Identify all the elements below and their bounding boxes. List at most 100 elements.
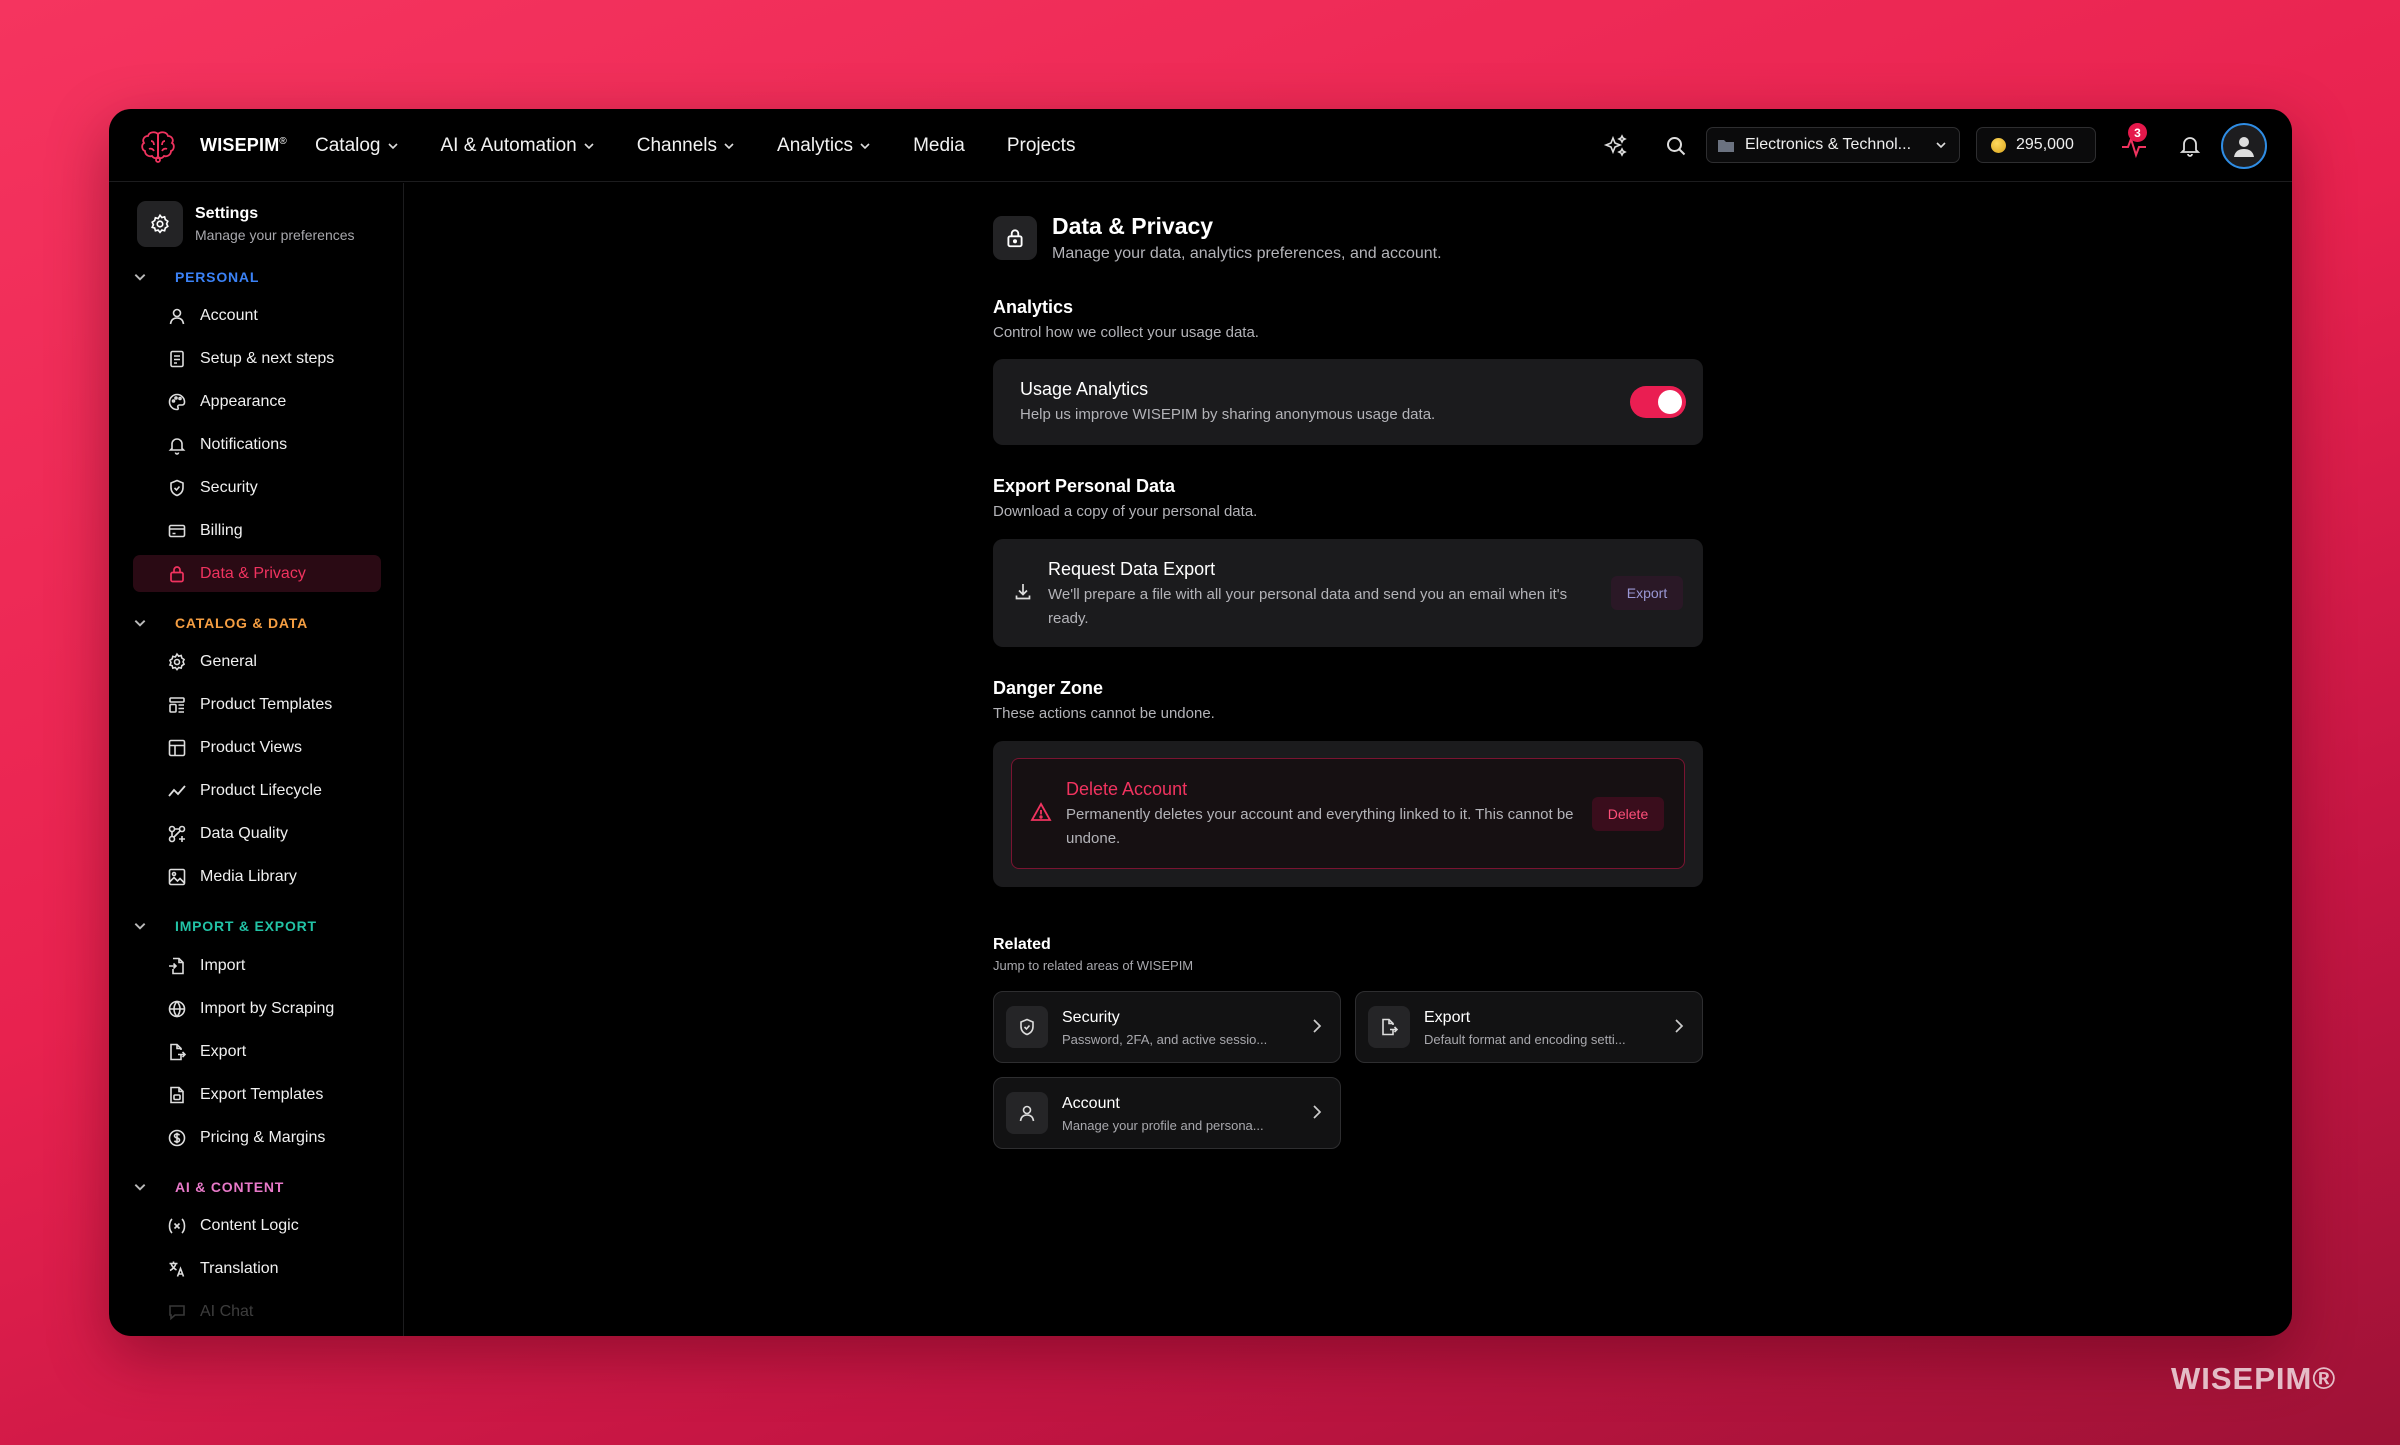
nav-analytics[interactable]: Analytics: [777, 135, 871, 157]
file-export-icon: [170, 1043, 187, 1060]
credits-balance[interactable]: 295,000: [1976, 127, 2096, 163]
sidebar-item-export-templates[interactable]: Export Templates: [133, 1076, 381, 1113]
lock-icon: [170, 565, 184, 582]
nav-projects[interactable]: Projects: [1007, 135, 1076, 157]
dollar-circle-icon: [168, 1129, 186, 1146]
sidebar-item-billing[interactable]: Billing: [133, 512, 381, 549]
chevron-down-icon: [584, 142, 594, 149]
sidebar-item-security[interactable]: Security: [133, 469, 381, 506]
danger-zone-card: Delete Account Permanently deletes your …: [993, 741, 1703, 887]
user-icon: [1006, 1092, 1048, 1134]
usage-analytics-toggle[interactable]: [1630, 386, 1686, 418]
related-link-security[interactable]: Security Password, 2FA, and active sessi…: [993, 991, 1341, 1063]
nodes-icon: [168, 825, 186, 842]
related-desc: Default format and encoding setti...: [1424, 1032, 1626, 1047]
sidebar-item-data-privacy[interactable]: Data & Privacy: [133, 555, 381, 592]
page-subtitle: Manage your data, analytics preferences,…: [1052, 245, 1442, 262]
danger-zone-heading: Danger Zone: [993, 678, 1104, 698]
delete-account-desc: Permanently deletes your account and eve…: [1066, 806, 1574, 847]
usage-analytics-title: Usage Analytics: [1020, 379, 1149, 399]
related-desc: Password, 2FA, and active sessio...: [1062, 1032, 1268, 1047]
nav-media[interactable]: Media: [913, 135, 965, 157]
sidebar-item-import[interactable]: Import: [133, 947, 381, 984]
chevron-down-icon: [134, 274, 146, 281]
chevron-down-icon: [860, 142, 870, 149]
file-template-icon: [170, 1086, 184, 1103]
sidebar-item-account[interactable]: Account: [133, 297, 381, 334]
image-icon: [168, 868, 186, 885]
brand-watermark: WISEPIM®: [2171, 1361, 2337, 1396]
analytics-heading: Analytics: [993, 297, 1074, 317]
sidebar-item-import-scraping[interactable]: Import by Scraping: [133, 990, 381, 1027]
sidebar-item-pricing-margins[interactable]: Pricing & Margins: [133, 1119, 381, 1156]
user-avatar[interactable]: [2221, 123, 2267, 169]
chevron-down-icon: [724, 142, 734, 149]
user-icon: [169, 308, 185, 324]
chevron-down-icon: [1936, 142, 1946, 149]
chevron-down-icon: [134, 620, 146, 627]
template-icon: [169, 696, 185, 713]
sidebar-item-export[interactable]: Export: [133, 1033, 381, 1070]
sidebar-item-media-library[interactable]: Media Library: [133, 858, 381, 895]
brain-logo-icon[interactable]: [137, 125, 179, 167]
variable-icon: [168, 1217, 186, 1234]
user-icon: [2234, 137, 2254, 157]
nav-channels[interactable]: Channels: [637, 135, 735, 157]
settings-sidebar: Settings Manage your preferences PERSONA…: [109, 183, 404, 1336]
gear-icon: [137, 201, 183, 247]
gear-icon: [168, 652, 186, 671]
analytics-subtitle: Control how we collect your usage data.: [993, 324, 1259, 341]
section-catalog-data[interactable]: CATALOG & DATA: [133, 615, 308, 631]
file-export-icon: [1368, 1006, 1410, 1048]
sidebar-item-product-lifecycle[interactable]: Product Lifecycle: [133, 772, 381, 809]
sidebar-item-ai-chat[interactable]: AI Chat: [133, 1293, 381, 1330]
palette-icon: [168, 393, 186, 410]
related-link-account[interactable]: Account Manage your profile and persona.…: [993, 1077, 1341, 1149]
credit-card-icon: [168, 524, 186, 537]
brand-name[interactable]: WISEPIM®: [200, 135, 287, 156]
workspace-selector[interactable]: Electronics & Technol...: [1706, 127, 1960, 163]
nav-ai-automation[interactable]: AI & Automation: [441, 135, 595, 157]
export-heading: Export Personal Data: [993, 476, 1176, 496]
workspace-name: Electronics & Technol...: [1745, 136, 1912, 153]
page-title: Data & Privacy: [1052, 213, 1214, 239]
delete-account-panel: Delete Account Permanently deletes your …: [1011, 758, 1685, 869]
sidebar-item-data-quality[interactable]: Data Quality: [133, 815, 381, 852]
delete-button[interactable]: Delete: [1592, 797, 1664, 831]
related-heading: Related: [993, 936, 1051, 953]
shield-icon: [1006, 1006, 1048, 1048]
section-personal[interactable]: PERSONAL: [133, 269, 259, 285]
related-subtitle: Jump to related areas of WISEPIM: [993, 958, 1194, 973]
file-import-icon: [169, 957, 184, 974]
folder-icon: [1718, 140, 1734, 152]
download-icon: [1015, 584, 1031, 600]
main-nav: Catalog AI & Automation Channels Analyti…: [315, 109, 1117, 182]
sidebar-item-content-logic[interactable]: Content Logic: [133, 1207, 381, 1244]
credits-value: 295,000: [2016, 136, 2074, 153]
related-link-export[interactable]: Export Default format and encoding setti…: [1355, 991, 1703, 1063]
chevron-right-icon: [1313, 1105, 1322, 1119]
related-name: Account: [1062, 1095, 1120, 1112]
section-ai-content[interactable]: AI & CONTENT: [133, 1179, 284, 1195]
sidebar-item-general[interactable]: General: [133, 643, 381, 680]
data-export-title: Request Data Export: [1048, 559, 1216, 579]
table-icon: [168, 739, 186, 756]
sidebar-item-product-templates[interactable]: Product Templates: [133, 686, 381, 723]
sidebar-item-notifications[interactable]: Notifications: [133, 426, 381, 463]
bell-icon[interactable]: [2175, 131, 2205, 161]
settings-subtitle: Manage your preferences: [195, 227, 355, 243]
sidebar-item-translation[interactable]: Translation: [133, 1250, 381, 1287]
search-icon[interactable]: [1661, 131, 1691, 161]
sidebar-item-appearance[interactable]: Appearance: [133, 383, 381, 420]
related-desc: Manage your profile and persona...: [1062, 1118, 1264, 1133]
sidebar-item-product-views[interactable]: Product Views: [133, 729, 381, 766]
nav-catalog[interactable]: Catalog: [315, 135, 399, 157]
delete-account-title: Delete Account: [1066, 779, 1188, 799]
export-button[interactable]: Export: [1611, 576, 1683, 610]
sidebar-item-setup[interactable]: Setup & next steps: [133, 340, 381, 377]
section-import-export[interactable]: IMPORT & EXPORT: [133, 918, 317, 934]
sparkle-ai-icon[interactable]: [1601, 131, 1631, 161]
data-export-card: Request Data Export We'll prepare a file…: [993, 539, 1703, 647]
activity-badge: 3: [2128, 123, 2147, 142]
shield-icon: [170, 479, 184, 496]
